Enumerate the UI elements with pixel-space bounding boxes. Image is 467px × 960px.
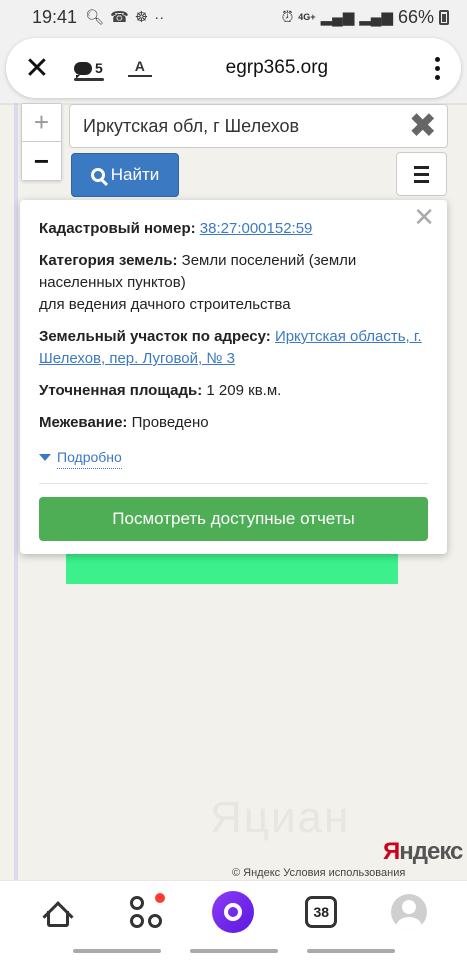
map-river (14, 103, 18, 880)
network-type: 4G+ (298, 12, 316, 22)
search-icon: 🔍︎ (85, 9, 105, 26)
area-value: 1 209 кв.м. (206, 382, 282, 399)
plot-info-popup: ✕ Кадастровый номер: 38:27:000152:59 Кат… (20, 200, 447, 554)
yandex-logo-rest: ндекс (399, 838, 463, 865)
tabs-button[interactable]: 38 (296, 887, 346, 937)
services-button[interactable] (121, 887, 171, 937)
zoom-in-button[interactable]: + (22, 104, 61, 142)
comment-icon (74, 61, 92, 79)
viber-icon: ☎︎ (110, 9, 129, 26)
bottom-navigation: 38 (0, 880, 467, 942)
details-toggle[interactable]: Подробно (39, 446, 122, 469)
area-label: Уточненная площадь: (39, 382, 203, 399)
triangle-down-icon (39, 454, 51, 461)
home-button[interactable] (33, 887, 83, 937)
alice-assistant-icon (212, 890, 255, 933)
close-icon[interactable]: ✕ (413, 204, 435, 230)
signal-icon: ▂▄▆ (320, 9, 355, 26)
search-box: ✖ (69, 104, 448, 148)
notification-dot (154, 892, 165, 903)
battery-percent: 66% (397, 6, 434, 27)
address-row: Земельный участок по адресу: Иркутская о… (39, 326, 429, 370)
category-label: Категория земель: (39, 252, 178, 269)
close-icon[interactable]: ✕ (20, 51, 54, 85)
status-bar: 19:41 🔍︎ ☎︎ ☸︎ ·· ⏰︎ 4G+ ▂▄▆ ▂▄▆ 66% (0, 0, 467, 34)
find-button-label: Найти (110, 165, 160, 184)
search-input[interactable] (83, 115, 409, 137)
category-row: Категория земель: Земли поселений (земли… (39, 250, 429, 316)
odnoklassniki-icon: ☸︎ (134, 9, 149, 26)
area-row: Уточненная площадь: 1 209 кв.м. (39, 380, 429, 402)
yandex-logo[interactable]: Яндекс (383, 838, 463, 866)
zoom-control: + − (21, 103, 62, 181)
avatar (391, 893, 428, 930)
browser-toolbar: ✕ 5 A egrp365.org (6, 38, 461, 98)
cadastral-number-link[interactable]: 38:27:000152:59 (200, 220, 313, 237)
reader-mode-icon[interactable]: A (125, 51, 155, 85)
comments-count: 5 (95, 60, 103, 76)
map-watermark: Яциан (210, 793, 351, 842)
clear-search-icon[interactable]: ✖ (409, 109, 438, 143)
home-icon (41, 897, 75, 932)
cadastral-row: Кадастровый номер: 38:27:000152:59 (39, 218, 429, 240)
land-plot-highlight[interactable] (66, 554, 398, 584)
details-label: Подробно (57, 446, 122, 469)
comments-button[interactable]: 5 (74, 51, 104, 85)
zoom-out-button[interactable]: − (22, 142, 61, 180)
find-button[interactable]: Найти (71, 153, 179, 197)
search-icon (90, 168, 105, 182)
alice-button[interactable] (208, 887, 258, 937)
layers-menu-button[interactable] (396, 152, 447, 196)
alarm-icon: ⏰︎ (281, 8, 294, 26)
profile-button[interactable] (384, 887, 434, 937)
survey-value: Проведено (131, 414, 209, 431)
survey-row: Межевание: Проведено (39, 412, 429, 434)
more-menu-icon[interactable] (427, 51, 447, 85)
address-bar[interactable]: egrp365.org (155, 57, 427, 79)
category-usage: для ведения дачного строительства (39, 296, 291, 313)
view-reports-button[interactable]: Посмотреть доступные отчеты (39, 497, 428, 541)
tabs-count-icon: 38 (305, 895, 338, 928)
system-gesture-bar (0, 942, 467, 960)
signal-icon-2: ▂▄▆ (359, 9, 393, 26)
divider (39, 483, 428, 484)
cadastral-label: Кадастровый номер: (39, 220, 196, 237)
hamburger-icon (414, 165, 429, 169)
survey-label: Межевание: (39, 414, 128, 431)
more-notifications-icon: ·· (154, 8, 165, 26)
battery-icon (439, 9, 449, 25)
status-time: 19:41 (32, 6, 78, 27)
address-label: Земельный участок по адресу: (39, 328, 271, 345)
yandex-logo-first-letter: Я (383, 838, 400, 865)
map-copyright[interactable]: © Яндекс Условия использования (232, 867, 405, 879)
